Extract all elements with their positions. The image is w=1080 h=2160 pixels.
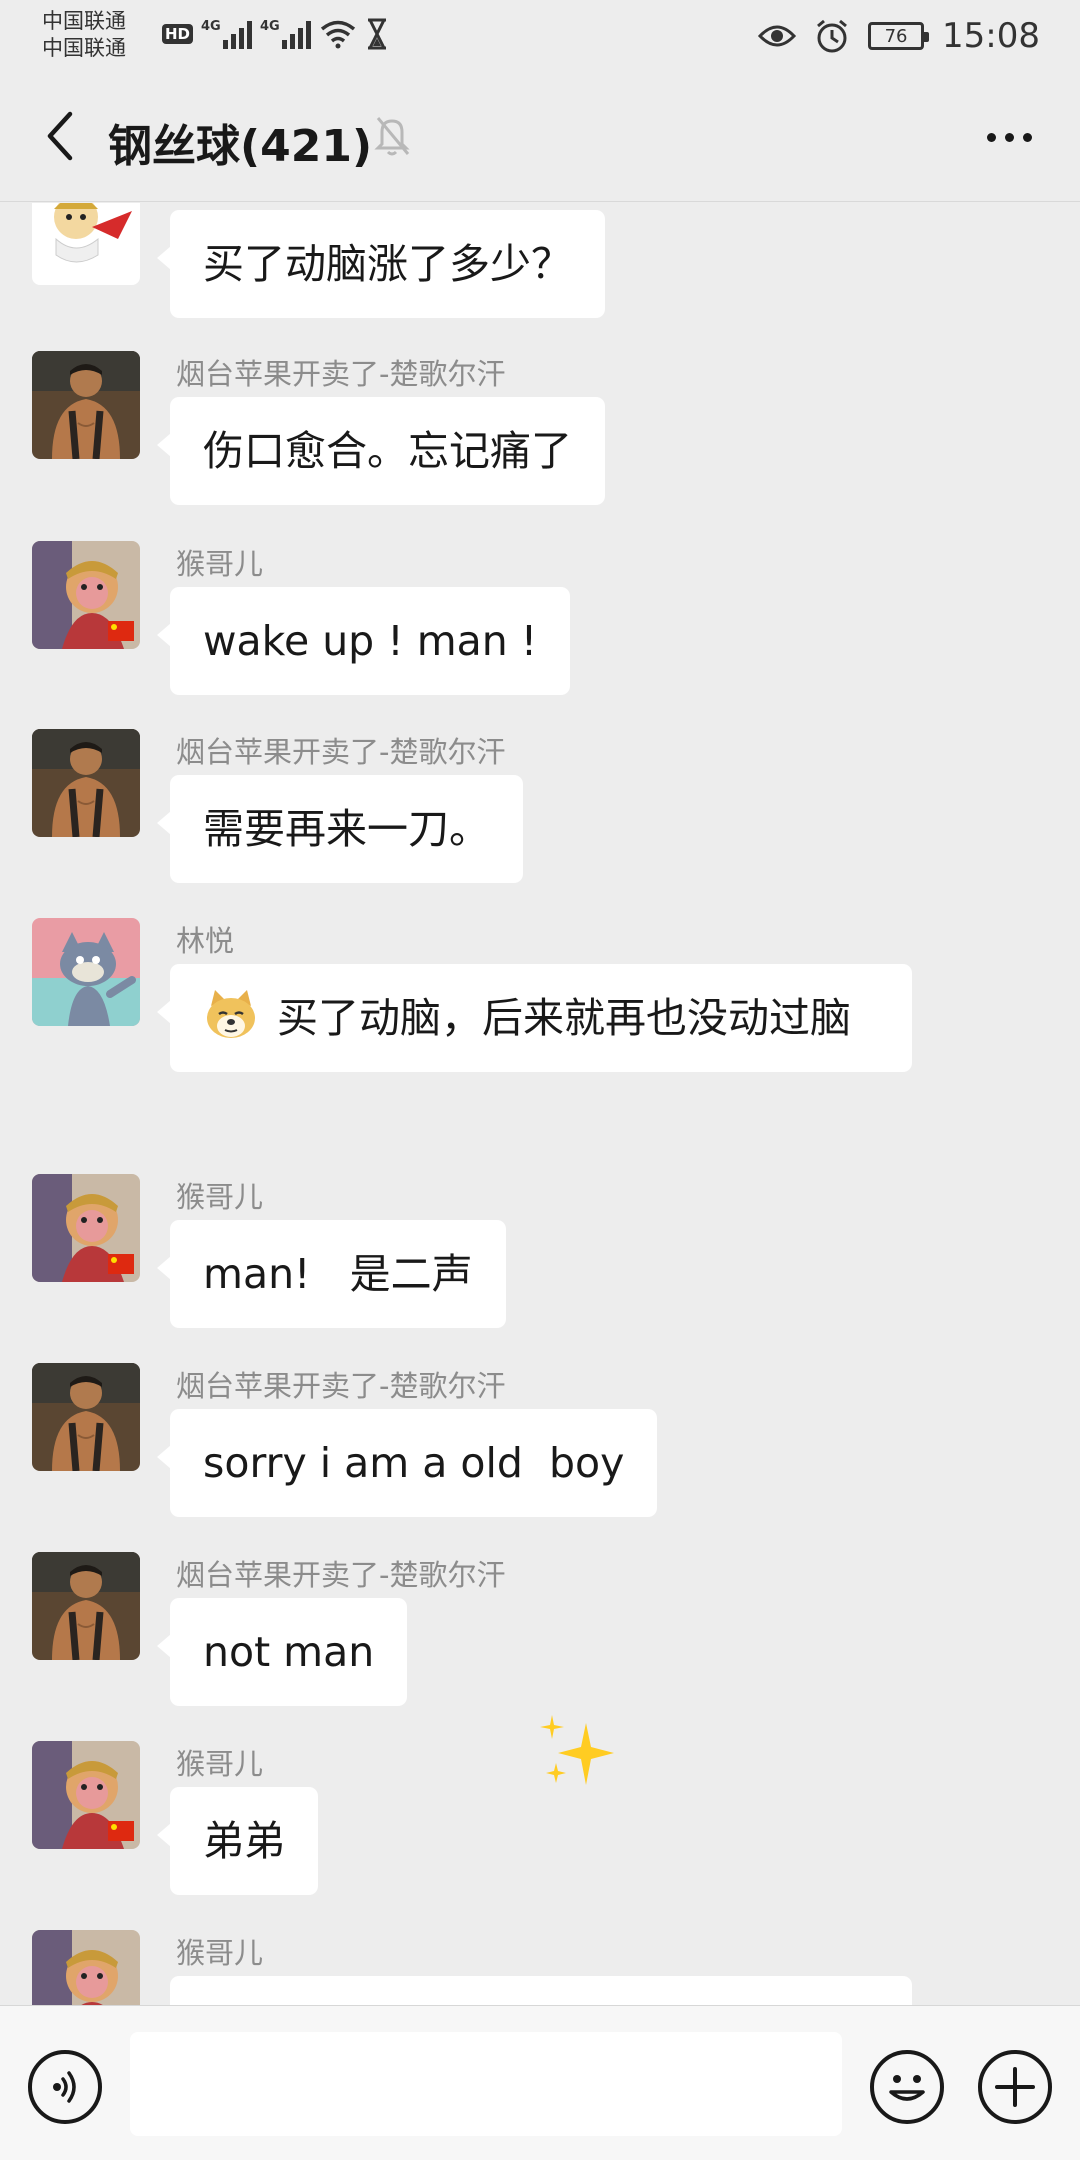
message-bubble[interactable] <box>170 1976 912 2005</box>
eye-icon <box>758 25 797 47</box>
muscle-man-avatar[interactable] <box>32 729 140 837</box>
muscle-man-avatar[interactable] <box>32 351 140 459</box>
sender-name: 烟台苹果开卖了-楚歌尔汗 <box>176 735 506 769</box>
status-bar: 中国联通 中国联通 HD 4G 4G 76 15:08 <box>0 0 1080 72</box>
monkey-king-avatar[interactable] <box>32 1174 140 1282</box>
sender-name: 猴哥儿 <box>176 1747 264 1781</box>
sender-name: 猴哥儿 <box>176 1936 264 1970</box>
message-list[interactable]: 买了动脑涨了多少？ 烟台苹果开卖了-楚歌尔汗 伤口愈合。忘记痛了 猴哥儿 wak… <box>0 203 1080 2005</box>
signal-1-icon: 4G <box>201 19 253 49</box>
sender-name: 烟台苹果开卖了-楚歌尔汗 <box>176 1558 506 1592</box>
signal-2-icon: 4G <box>260 19 312 49</box>
sparkle-icon <box>540 1715 614 1785</box>
carrier-info: 中国联通 中国联通 <box>42 8 126 62</box>
message-text: 买了动脑，后来就再也没动过脑 <box>277 994 851 1042</box>
monkey-king-avatar[interactable] <box>32 541 140 649</box>
mute-bell-icon <box>374 117 410 156</box>
sender-name: 猴哥儿 <box>176 547 264 581</box>
message-bubble[interactable]: 弟弟 <box>157 1787 318 1895</box>
sender-name: 林悦 <box>176 924 235 958</box>
signal-group: HD 4G 4G <box>162 12 389 56</box>
input-bar <box>0 2005 1080 2160</box>
monkey-king-avatar[interactable] <box>32 1930 140 2005</box>
muscle-man-avatar[interactable] <box>32 1552 140 1660</box>
emoji-icon[interactable] <box>870 2050 944 2124</box>
network-label-2: 4G <box>260 19 280 34</box>
message-bubble[interactable]: 买了动脑，后来就再也没动过脑 <box>157 964 912 1072</box>
message-bubble[interactable]: not man <box>156 1598 408 1706</box>
tom-cat-avatar[interactable] <box>32 918 140 1026</box>
battery-level: 76 <box>884 25 908 47</box>
battery-icon: 76 <box>868 22 930 50</box>
message-bubble[interactable]: 买了动脑涨了多少？ <box>157 210 605 318</box>
wifi-icon <box>320 20 356 49</box>
sender-name: 猴哥儿 <box>176 1180 264 1214</box>
carrier-line-1: 中国联通 <box>42 9 126 33</box>
plus-icon[interactable] <box>978 2050 1052 2124</box>
voice-icon[interactable] <box>28 2050 102 2124</box>
doge-emoji <box>207 990 255 1038</box>
monkey-king-avatar[interactable] <box>32 1741 140 1849</box>
network-label-1: 4G <box>201 19 221 34</box>
message-bubble[interactable]: 需要再来一刀。 <box>157 775 523 883</box>
hd-badge: HD <box>162 24 194 44</box>
chat-title: 钢丝球(421) <box>108 121 373 172</box>
clock: 15:08 <box>942 16 1040 56</box>
status-right: 76 15:08 <box>758 14 1040 58</box>
chat-header: 钢丝球(421) <box>0 72 1080 202</box>
alarm-icon <box>817 19 847 53</box>
sender-name: 烟台苹果开卖了-楚歌尔汗 <box>176 1369 506 1403</box>
message-bubble[interactable]: wake up ! man ! <box>156 587 571 695</box>
sender-name: 烟台苹果开卖了-楚歌尔汗 <box>176 357 506 391</box>
cartoon-avatar[interactable] <box>32 203 140 285</box>
message-bubble[interactable]: sorry i am a old boy <box>156 1409 658 1517</box>
message-bubble[interactable]: man! 是二声 <box>157 1220 506 1328</box>
more-icon[interactable] <box>974 112 1044 162</box>
hourglass-icon <box>368 18 387 50</box>
message-bubble[interactable]: 伤口愈合。忘记痛了 <box>157 397 605 505</box>
muscle-man-avatar[interactable] <box>32 1363 140 1471</box>
back-icon[interactable] <box>30 106 90 166</box>
carrier-line-2: 中国联通 <box>42 36 126 60</box>
message-input[interactable] <box>130 2032 842 2136</box>
